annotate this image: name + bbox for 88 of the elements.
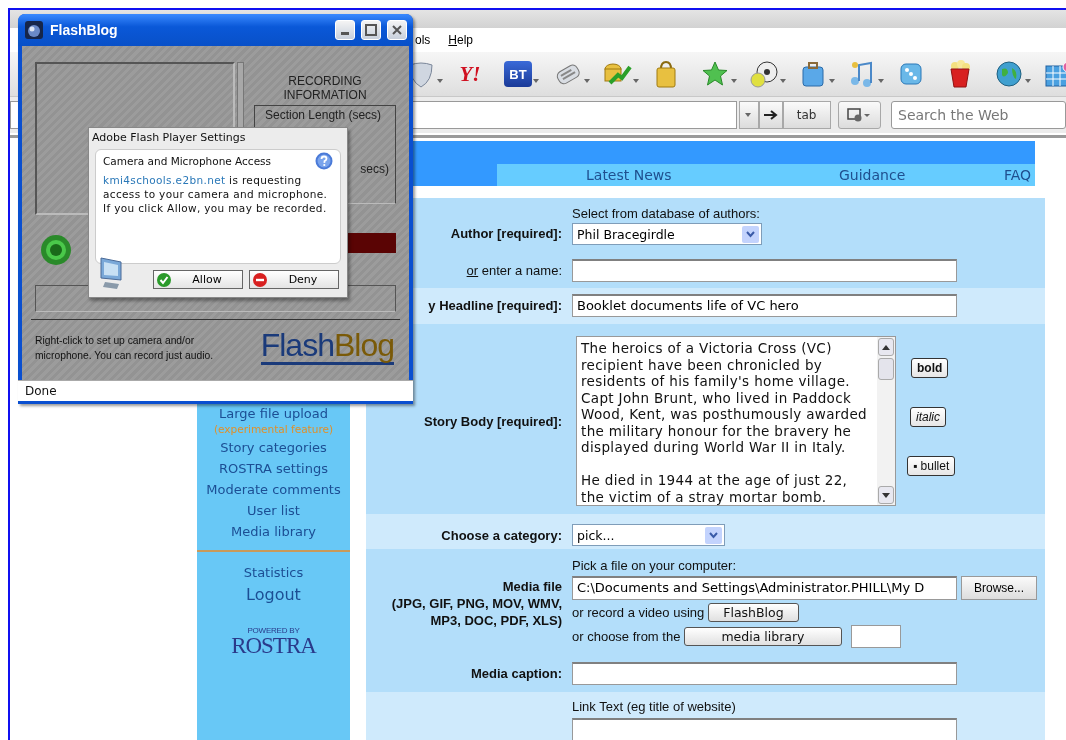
sidebar-link[interactable]: Logout — [246, 584, 301, 606]
minimize-icon — [341, 32, 349, 35]
toolbar-button[interactable]: Y! — [455, 58, 493, 90]
nav-link[interactable]: FAQ — [1004, 167, 1032, 183]
search-field[interactable]: Search the Web — [891, 101, 1066, 129]
field-hint: Link Text (eg title of website) — [572, 699, 737, 714]
toolbar-button[interactable] — [749, 58, 787, 90]
chevron-down-icon — [746, 230, 755, 238]
logo-caption: POWERED BY — [247, 626, 300, 635]
window-icon — [847, 108, 872, 122]
format-button[interactable]: bold — [911, 358, 949, 378]
dialog-heading: Camera and Microphone Access — [103, 155, 272, 169]
scrollbar[interactable] — [877, 337, 895, 505]
field-label: Media file (JPG, GIF, PNG, MOV, WMV, MP3, DOC, PDF, XLS) — [390, 577, 562, 629]
globe-icon — [994, 59, 1024, 89]
ball-icon — [749, 59, 779, 89]
story-textarea[interactable]: The heroics of a Victoria Cross (VC) recipient have been chronicled by residents of his family's home village. Capt John Brunt, who lived in Paddock Wood, Kent, was posthumously awarded the military honour for the bravery he displayed during World War II in Italy. He died in 1944 at the age of just 22, the victim of a stray mortar bomb. — [576, 336, 896, 506]
field-label: or enter a name: — [466, 263, 562, 278]
sidebar-link[interactable]: Media library — [231, 521, 316, 542]
chevron-down-icon — [709, 531, 718, 539]
input-field[interactable] — [850, 625, 901, 648]
calendar-icon — [1043, 59, 1066, 89]
dialog-button[interactable]: Deny — [249, 270, 339, 289]
flashblog-button[interactable]: FlashBlog — [708, 603, 799, 622]
logo-wordmark: ROSTRA — [231, 635, 316, 657]
nav-link[interactable]: Latest News — [586, 167, 672, 183]
sidebar-link[interactable]: Large file upload — [219, 403, 328, 424]
file-field[interactable]: C:\Documents and Settings\Administrator.PHILL\My D — [572, 576, 957, 600]
close-icon — [392, 25, 402, 35]
menu-item[interactable]: ols — [415, 33, 431, 47]
category-select[interactable]: pick... — [572, 524, 725, 546]
link[interactable]: kmi4schools.e2bn.net — [103, 174, 226, 186]
minimize-button[interactable] — [335, 20, 355, 40]
field-label: Author [required]: — [450, 226, 562, 243]
field-label: Story Body [required]: — [424, 413, 562, 429]
sidebar-link[interactable]: Story categories — [220, 437, 327, 458]
media-library-button[interactable]: media library — [684, 627, 842, 646]
format-button[interactable]: italic — [910, 407, 946, 427]
go-button[interactable] — [758, 101, 783, 129]
scrollbar-thumb[interactable] — [878, 358, 894, 380]
dialog-message: kmi4schools.e2bn.net is requesting access to your camera and microphone. If you click Allow, you may be recorded. — [103, 173, 329, 215]
author-select[interactable]: Phil Bracegirdle — [572, 223, 762, 245]
logo-wordmark: FlashBlog — [260, 328, 394, 365]
toolbar-button[interactable] — [837, 101, 881, 129]
info-label: Section Length (secs) — [264, 107, 383, 122]
no-entry-icon — [253, 272, 267, 287]
link-text-field[interactable] — [572, 718, 957, 740]
field-label: y Headline [required]: — [428, 298, 562, 313]
star-icon — [700, 59, 730, 89]
close-button[interactable] — [387, 20, 407, 40]
tab-button[interactable]: tab — [782, 101, 831, 129]
field-hint: or choose from the — [572, 629, 681, 644]
arrow-down-icon — [882, 492, 890, 498]
field-label: Media caption: — [471, 666, 562, 681]
caret-icon — [745, 113, 753, 117]
arrow-up-icon — [882, 344, 890, 350]
help-text: Right-click to set up camera and/or microphone. You can record just audio. — [35, 334, 215, 363]
app-icon — [24, 20, 44, 40]
toolbar-button[interactable] — [994, 58, 1032, 90]
checkmark-icon — [157, 272, 171, 287]
sidebar-link[interactable]: Statistics — [243, 562, 304, 584]
status-bar: Done — [18, 380, 413, 401]
window-title: FlashBlog — [50, 22, 119, 38]
name-field[interactable] — [572, 259, 957, 282]
input-field[interactable]: Booklet documents life of VC hero — [572, 294, 957, 317]
sidebar-note: (experimental feature) — [213, 422, 334, 437]
record-button[interactable] — [40, 234, 72, 266]
field-hint: Pick a file on your computer: — [572, 558, 738, 573]
sidebar-link[interactable]: ROSTRA settings — [219, 458, 328, 479]
format-button[interactable]: ▪ bullet — [907, 456, 956, 476]
menu-item[interactable]: Help — [448, 33, 474, 47]
field-label: Choose a category: — [441, 527, 562, 543]
field-hint: or record a video using — [572, 605, 705, 620]
caption-field[interactable] — [572, 662, 957, 685]
maximize-button[interactable] — [361, 20, 381, 40]
help-icon[interactable] — [315, 152, 333, 170]
section-title: RECORDING INFORMATION — [282, 74, 368, 102]
dialog-button[interactable]: Allow — [153, 270, 243, 289]
browse-button[interactable]: Browse... — [961, 576, 1037, 600]
arrow-right-icon — [763, 110, 778, 120]
link[interactable]: or — [466, 263, 479, 278]
info-label: secs) — [360, 162, 389, 176]
nav-link[interactable]: Guidance — [839, 167, 906, 183]
maximize-icon — [365, 24, 377, 36]
sidebar-link[interactable]: Moderate comments — [206, 479, 341, 500]
sidebar-link[interactable]: User list — [247, 500, 300, 521]
field-hint: Select from database of authors: — [572, 206, 761, 221]
dialog-title: Adobe Flash Player Settings — [91, 130, 247, 144]
